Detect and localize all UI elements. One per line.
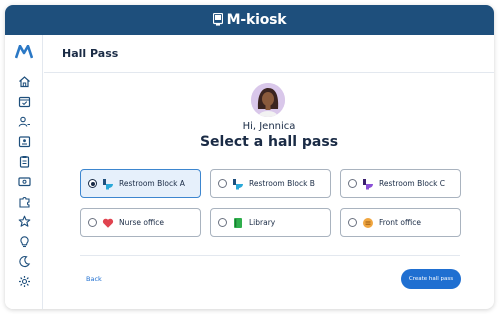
lightbulb-icon[interactable] bbox=[16, 233, 32, 249]
ticket-icon[interactable] bbox=[16, 173, 32, 189]
radio[interactable] bbox=[88, 218, 97, 227]
m-logo-icon[interactable] bbox=[14, 44, 34, 63]
greeting: Hi, Jennica bbox=[242, 121, 296, 132]
page-header: Hall Pass bbox=[44, 35, 494, 73]
brand: M-kiosk bbox=[212, 11, 287, 30]
back-link[interactable]: Back bbox=[86, 275, 102, 283]
id-card-icon[interactable] bbox=[16, 133, 32, 149]
toilet-icon bbox=[232, 178, 244, 190]
toilet-icon bbox=[102, 178, 114, 190]
star-icon[interactable] bbox=[16, 213, 32, 229]
radio[interactable] bbox=[348, 218, 357, 227]
avatar bbox=[251, 83, 285, 117]
option-restroom-block-c[interactable]: Restroom Block C bbox=[340, 169, 461, 198]
radio[interactable] bbox=[218, 218, 227, 227]
calendar-icon[interactable] bbox=[16, 93, 32, 109]
home-icon[interactable] bbox=[16, 73, 32, 89]
settings-icon[interactable] bbox=[16, 273, 32, 289]
option-restroom-block-b[interactable]: Restroom Block B bbox=[210, 169, 331, 198]
brand-name: M-kiosk bbox=[226, 12, 287, 28]
office-icon bbox=[362, 217, 374, 229]
moon-icon[interactable] bbox=[16, 253, 32, 269]
option-label: Restroom Block B bbox=[249, 179, 315, 188]
divider bbox=[80, 255, 460, 256]
create-hall-pass-button[interactable]: Create hall pass bbox=[401, 269, 461, 289]
page-title: Hall Pass bbox=[62, 47, 119, 60]
option-restroom-block-a[interactable]: Restroom Block A bbox=[80, 169, 201, 198]
app-window: M-kiosk Hall Pass Hi, Jennica Select a h… bbox=[5, 5, 494, 309]
clipboard-icon[interactable] bbox=[16, 153, 32, 169]
main-content: Hi, Jennica Select a hall pass Restroom … bbox=[44, 73, 494, 309]
section-heading: Select a hall pass bbox=[199, 134, 339, 150]
option-label: Nurse office bbox=[119, 218, 164, 227]
option-nurse-office[interactable]: Nurse office bbox=[80, 208, 201, 237]
radio[interactable] bbox=[218, 179, 227, 188]
option-label: Front office bbox=[379, 218, 421, 227]
option-label: Restroom Block C bbox=[379, 179, 446, 188]
option-label: Restroom Block A bbox=[119, 179, 185, 188]
option-library[interactable]: Library bbox=[210, 208, 331, 237]
book-icon bbox=[232, 217, 244, 229]
top-bar: M-kiosk bbox=[5, 5, 494, 35]
kiosk-icon bbox=[212, 11, 223, 30]
sidebar bbox=[5, 35, 43, 309]
option-front-office[interactable]: Front office bbox=[340, 208, 461, 237]
radio-selected[interactable] bbox=[88, 179, 97, 188]
option-label: Library bbox=[249, 218, 276, 227]
puzzle-icon[interactable] bbox=[16, 193, 32, 209]
users-icon[interactable] bbox=[16, 113, 32, 129]
heart-icon bbox=[102, 217, 114, 229]
radio[interactable] bbox=[348, 179, 357, 188]
toilet-icon bbox=[362, 178, 374, 190]
